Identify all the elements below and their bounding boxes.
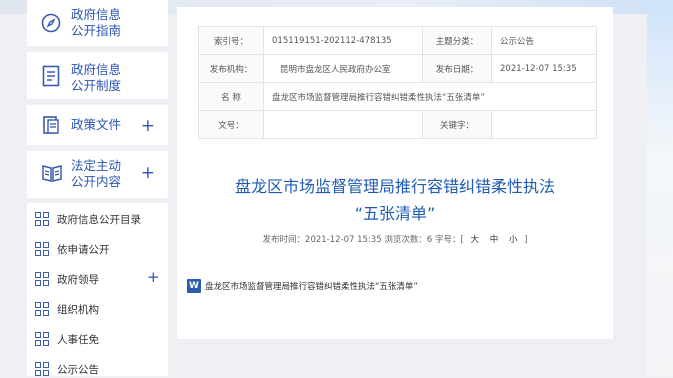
submenu-item-label: 政府信息公开目录 (57, 213, 141, 226)
submenu-item-announcements[interactable]: 公示公告 (35, 360, 99, 378)
title-line1: 盘龙区市场监督管理局推行容错纠错柔性执法 (234, 177, 555, 196)
topic-value: 公示公告 (491, 26, 597, 55)
keyword-value (491, 110, 597, 139)
font-size-medium[interactable]: 中 (490, 235, 499, 245)
attachment-link[interactable]: W 盘龙区市场监督管理局推行容错纠错柔性执法“五张清单” (187, 279, 418, 293)
article-title: 盘龙区市场监督管理局推行容错纠错柔性执法 “五张清单” (177, 173, 613, 227)
publisher-value: 昆明市盘龙区人民政府办公室 (263, 54, 423, 83)
info-suffix: ] (524, 235, 528, 245)
submenu-item-label: 人事任免 (57, 333, 99, 346)
font-size-small[interactable]: 小 (509, 235, 518, 245)
submenu-item-label: 公示公告 (57, 363, 99, 376)
topic-label: 主题分类： (422, 26, 492, 55)
expand-plus-icon[interactable]: + (147, 268, 160, 286)
docno-value (263, 110, 423, 139)
submenu-item-label: 依申请公开 (57, 243, 110, 256)
grid-icon (35, 301, 50, 317)
index-value: 015119151-202112-478135 (263, 26, 423, 55)
index-label: 索引号： (198, 26, 264, 55)
label-line2: 公开制度 (71, 78, 122, 93)
publish-info: 发布时间：2021-12-07 15:35 浏览次数：6 字号：[ (262, 235, 464, 245)
date-value: 2021-12-07 15:35 (491, 54, 597, 83)
sidebar-card-system-label: 政府信息 公开制度 (71, 62, 121, 94)
expand-plus-icon[interactable]: + (141, 118, 155, 135)
grid-icon (35, 331, 50, 347)
label-line2: 公开指南 (71, 23, 122, 38)
sidebar-card-guide-label: 政府信息 公开指南 (71, 7, 121, 39)
submenu-item-request[interactable]: 依申请公开 (35, 240, 110, 258)
label-line1: 政府信息 (71, 7, 122, 22)
document-icon (41, 65, 61, 87)
font-size-large[interactable]: 大 (470, 235, 479, 245)
sidebar-card-statutory[interactable]: 法定主动 公开内容 + (27, 151, 168, 198)
table-row: 发布机构： 昆明市盘龙区人民政府办公室 发布日期： 2021-12-07 15:… (198, 54, 597, 83)
sidebar-card-statutory-label: 法定主动 公开内容 (71, 158, 121, 190)
metadata-table: 索引号： 015119151-202112-478135 主题分类： 公示公告 … (198, 26, 597, 139)
publisher-label: 发布机构： (198, 54, 264, 83)
sidebar: 政府信息 公开指南 政府信息 公开制度 政策文件 + 法定主动 公开内容 + 政… (27, 0, 168, 376)
compass-icon (41, 13, 61, 33)
submenu-item-organization[interactable]: 组织机构 (35, 300, 99, 318)
submenu-item-leaders[interactable]: 政府领导 + (35, 268, 168, 288)
grid-icon (35, 271, 50, 287)
submenu-item-catalog[interactable]: 政府信息公开目录 (35, 210, 141, 228)
sidebar-card-policy-label: 政策文件 (71, 117, 122, 132)
label-line2: 公开内容 (71, 174, 122, 189)
table-row: 文号： 关键字： (198, 110, 597, 139)
grid-icon (35, 241, 50, 257)
label-line1: 政府信息 (71, 62, 122, 77)
policy-document-icon (41, 115, 61, 135)
table-row: 索引号： 015119151-202112-478135 主题分类： 公示公告 (198, 26, 597, 55)
attachment-label: 盘龙区市场监督管理局推行容错纠错柔性执法“五张清单” (205, 282, 418, 292)
sidebar-card-system[interactable]: 政府信息 公开制度 (27, 52, 168, 99)
word-document-icon: W (187, 279, 201, 293)
expand-plus-icon[interactable]: + (141, 165, 155, 182)
article-panel: 索引号： 015119151-202112-478135 主题分类： 公示公告 … (177, 7, 613, 339)
sidebar-card-policy[interactable]: 政策文件 + (27, 105, 168, 145)
right-edge-decoration (647, 0, 673, 376)
sidebar-card-guide[interactable]: 政府信息 公开指南 (27, 0, 168, 46)
table-row: 名 称 盘龙区市场监督管理局推行容错纠错柔性执法“五张清单” (198, 82, 597, 111)
keyword-label: 关键字： (422, 110, 492, 139)
submenu-item-label: 组织机构 (57, 303, 99, 316)
grid-icon (35, 211, 50, 227)
date-label: 发布日期： (422, 54, 492, 83)
name-label: 名 称 (198, 82, 264, 111)
label-line1: 法定主动 (71, 158, 122, 173)
submenu-item-appointments[interactable]: 人事任免 (35, 330, 99, 348)
name-value: 盘龙区市场监督管理局推行容错纠错柔性执法“五张清单” (263, 82, 597, 111)
sidebar-submenu: 政府信息公开目录 依申请公开 政府领导 + 组织机构 人事任免 公示公告 (27, 203, 168, 376)
docno-label: 文号： (198, 110, 264, 139)
title-line2: “五张清单” (354, 204, 436, 223)
article-info: 发布时间：2021-12-07 15:35 浏览次数：6 字号：[ 大 中 小 … (177, 233, 613, 245)
submenu-item-label: 政府领导 (57, 273, 99, 286)
grid-icon (35, 361, 50, 377)
book-icon (41, 163, 62, 183)
